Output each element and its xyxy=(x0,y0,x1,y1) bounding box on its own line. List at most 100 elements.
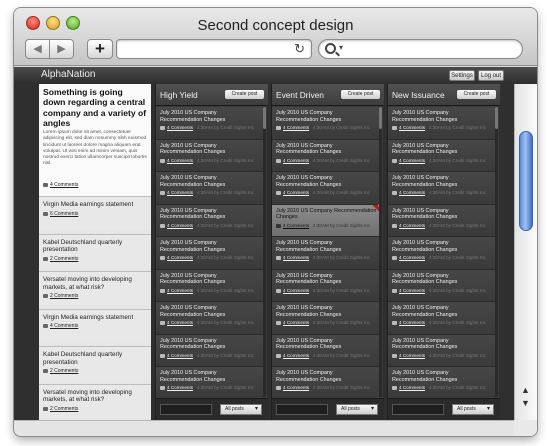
comments-link[interactable]: 4 Comments xyxy=(283,288,309,293)
post-title[interactable]: July 2010 US Company Recommendation Chan… xyxy=(276,338,376,351)
scroll-down-icon[interactable]: ▼ xyxy=(521,398,530,408)
post-item[interactable]: July 2010 US Company Recommendation Chan… xyxy=(388,237,496,270)
post-title[interactable]: July 2010 US Company Recommendation Chan… xyxy=(276,110,376,123)
comments-link[interactable]: 4 Comments xyxy=(399,385,425,390)
filter-input[interactable] xyxy=(392,404,444,415)
create-post-button[interactable]: Create post xyxy=(341,90,380,99)
search-field[interactable]: ▾ xyxy=(318,39,523,59)
post-item[interactable]: July 2010 US Company Recommendation Chan… xyxy=(272,139,380,172)
story-title[interactable]: Virgin Media earnings statement xyxy=(43,201,147,209)
sidebar-story[interactable]: Versatel moving into developing markets,… xyxy=(39,383,151,418)
post-title[interactable]: July 2010 US Company Recommendation Chan… xyxy=(392,110,492,123)
post-filter-select[interactable]: All posts xyxy=(336,404,378,415)
post-title[interactable]: July 2010 US Company Recommendation Chan… xyxy=(392,175,492,188)
post-item[interactable]: July 2010 US Company Recommendation Chan… xyxy=(156,269,264,302)
address-bar[interactable]: ↻ xyxy=(116,39,312,59)
comments-link[interactable]: 4 Comments xyxy=(399,190,425,195)
comments-link[interactable]: 4 Comments xyxy=(167,320,193,325)
back-button[interactable]: ◀ xyxy=(25,39,50,59)
comments-link[interactable]: 4 Comments xyxy=(43,182,78,188)
post-item[interactable]: July 2010 US Company Recommendation Chan… xyxy=(272,302,380,335)
new-tab-button[interactable]: + xyxy=(87,39,113,59)
sidebar-story[interactable]: Virgin Media earnings statement 4 Comment… xyxy=(39,308,151,343)
post-filter-select[interactable]: All posts xyxy=(220,404,262,415)
post-title[interactable]: July 2010 US Company Recommendation Chan… xyxy=(392,208,492,221)
comments-count[interactable]: 2 Comments xyxy=(50,293,78,299)
sidebar-story[interactable]: Kabel Deutschland quarterly presentation… xyxy=(39,346,151,380)
post-title[interactable]: July 2010 US Company Recommendation Chan… xyxy=(160,370,260,383)
comments-count[interactable]: 2 Comments xyxy=(50,406,78,412)
comments-link[interactable]: 4 Comments xyxy=(167,158,193,163)
comments-link[interactable]: 4 Comments xyxy=(399,223,425,228)
comments-link[interactable]: 2 Comments xyxy=(43,293,147,299)
sidebar-story[interactable]: Kabel Deutschland quarterly presentation… xyxy=(39,233,151,268)
resize-grip[interactable] xyxy=(514,420,537,436)
post-title[interactable]: July 2010 US Company Recommendation Chan… xyxy=(160,305,260,318)
post-item[interactable]: July 2010 US Company Recommendation Chan… xyxy=(388,204,496,237)
comments-link[interactable]: 4 Comments xyxy=(167,190,193,195)
post-item[interactable]: ★July 2010 US Company Recommendation Cha… xyxy=(272,204,380,237)
post-title[interactable]: July 2010 US Company Recommendation Chan… xyxy=(392,240,492,253)
post-item[interactable]: July 2010 US Company Recommendation Chan… xyxy=(388,302,496,335)
comments-link[interactable]: 6 Comments xyxy=(43,211,147,217)
post-item[interactable]: July 2010 US Company Recommendation Chan… xyxy=(388,172,496,205)
post-item[interactable]: July 2010 US Company Recommendation Chan… xyxy=(388,139,496,172)
column-scrollbar[interactable] xyxy=(263,107,266,397)
post-title[interactable]: July 2010 US Company Recommendation Chan… xyxy=(160,273,260,286)
post-item[interactable]: July 2010 US Company Recommendation Chan… xyxy=(156,139,264,172)
comments-count[interactable]: 6 Comments xyxy=(50,211,78,217)
story-title[interactable]: Kabel Deutschland quarterly presentation xyxy=(43,351,147,366)
forward-button[interactable]: ▶ xyxy=(49,39,74,59)
sidebar-story[interactable]: Virgin Media earnings statement 6 Comment… xyxy=(39,196,151,230)
comments-link[interactable]: 2 Comments xyxy=(43,368,147,374)
post-item[interactable]: July 2010 US Company Recommendation Chan… xyxy=(272,237,380,270)
create-post-button[interactable]: Create post xyxy=(457,90,496,99)
comments-link[interactable]: 4 Comments xyxy=(283,158,309,163)
post-title[interactable]: July 2010 US Company Recommendation Chan… xyxy=(392,305,492,318)
post-title[interactable]: July 2010 US Company Recommendation Chan… xyxy=(392,338,492,351)
scrollbar-thumb[interactable] xyxy=(519,131,533,231)
story-title[interactable]: Versatel moving into developing markets,… xyxy=(43,389,147,404)
comments-link[interactable]: 4 Comments xyxy=(283,353,309,358)
post-filter-select[interactable]: All posts xyxy=(452,404,494,415)
comments-link[interactable]: 4 Comments xyxy=(283,125,309,130)
post-item[interactable]: July 2010 US Company Recommendation Chan… xyxy=(272,367,380,397)
comments-count[interactable]: 4 Comments xyxy=(50,182,78,188)
post-item[interactable]: July 2010 US Company Recommendation Chan… xyxy=(272,334,380,367)
post-item[interactable]: July 2010 US Company Recommendation Chan… xyxy=(388,107,496,140)
post-item[interactable]: July 2010 US Company Recommendation Chan… xyxy=(156,172,264,205)
post-title[interactable]: July 2010 US Company Recommendation Chan… xyxy=(160,143,260,156)
comments-link[interactable]: 4 Comments xyxy=(399,255,425,260)
comments-link[interactable]: 4 Comments xyxy=(167,223,193,228)
comments-link[interactable]: 4 Comments xyxy=(399,288,425,293)
post-item[interactable]: July 2010 US Company Recommendation Chan… xyxy=(272,107,380,140)
post-title[interactable]: July 2010 US Company Recommendation Chan… xyxy=(276,370,376,383)
post-title[interactable]: July 2010 US Company Recommendation Chan… xyxy=(276,175,376,188)
comments-link[interactable]: 4 Comments xyxy=(283,385,309,390)
column-scrollbar[interactable] xyxy=(495,107,498,397)
comments-link[interactable]: 4 Comments xyxy=(167,125,193,130)
post-item[interactable]: July 2010 US Company Recommendation Chan… xyxy=(156,107,264,140)
story-title[interactable]: Versatel moving into developing markets,… xyxy=(43,276,147,291)
post-item[interactable]: July 2010 US Company Recommendation Chan… xyxy=(156,334,264,367)
column-scroll-thumb[interactable] xyxy=(379,107,382,129)
post-item[interactable]: July 2010 US Company Recommendation Chan… xyxy=(388,367,496,397)
brand-name[interactable]: AlphaNation xyxy=(41,69,95,80)
post-item[interactable]: July 2010 US Company Recommendation Chan… xyxy=(156,237,264,270)
post-title[interactable]: July 2010 US Company Recommendation Chan… xyxy=(160,110,260,123)
post-title[interactable]: July 2010 US Company Recommendation Chan… xyxy=(392,370,492,383)
post-item[interactable]: July 2010 US Company Recommendation Chan… xyxy=(156,204,264,237)
post-item[interactable]: July 2010 US Company Recommendation Chan… xyxy=(156,302,264,335)
scroll-up-icon[interactable]: ▲ xyxy=(521,385,530,395)
comments-link[interactable]: 2 Comments xyxy=(43,406,147,412)
column-scrollbar[interactable] xyxy=(379,107,382,397)
comments-link[interactable]: 4 Comments xyxy=(399,125,425,130)
comments-link[interactable]: 2 Comments xyxy=(43,256,147,262)
comments-link[interactable]: 4 Comments xyxy=(43,323,147,329)
comments-link[interactable]: 4 Comments xyxy=(399,320,425,325)
create-post-button[interactable]: Create post xyxy=(225,90,264,99)
post-item[interactable]: July 2010 US Company Recommendation Chan… xyxy=(272,172,380,205)
column-scroll-thumb[interactable] xyxy=(495,107,498,129)
post-item[interactable]: July 2010 US Company Recommendation Chan… xyxy=(388,334,496,367)
post-title[interactable]: July 2010 US Company Recommendation Chan… xyxy=(160,175,260,188)
